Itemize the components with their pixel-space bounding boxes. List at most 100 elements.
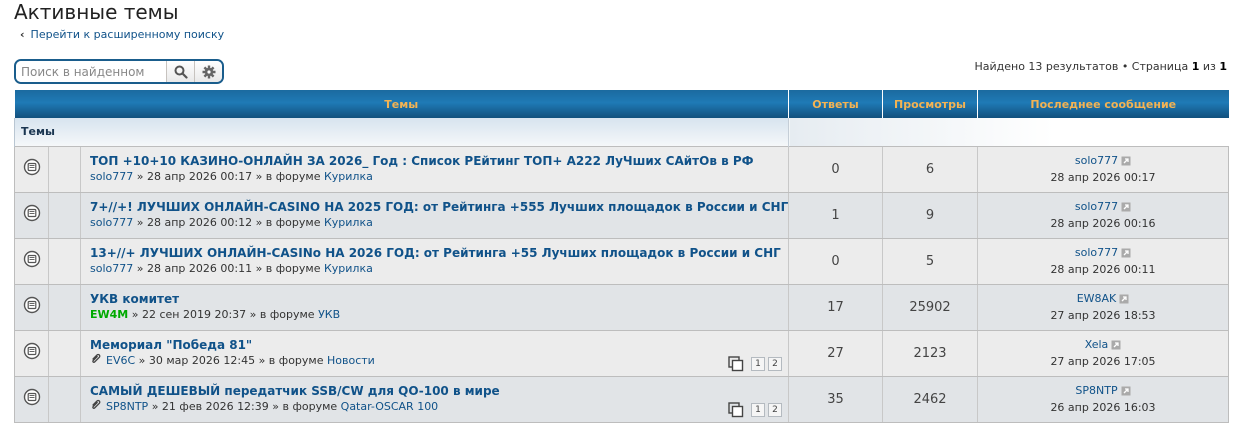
topic-forum-link[interactable]: Курилка xyxy=(324,216,373,229)
search-icon xyxy=(174,65,188,79)
replies-count: 0 xyxy=(788,237,883,285)
topic-date: » 30 мар 2026 12:45 » в форуме xyxy=(135,354,327,367)
goto-last-post-icon[interactable] xyxy=(1121,201,1131,216)
last-post-author-link[interactable]: solo777 xyxy=(1075,154,1118,167)
topic-author-link[interactable]: SP8NTP xyxy=(106,400,148,413)
table-row: 7+//+! ЛУЧШИХ ОНЛАЙН-CASINO НА 2025 ГОД:… xyxy=(14,191,1229,239)
page-link[interactable]: 2 xyxy=(768,402,782,417)
topic-read-icon xyxy=(23,388,40,406)
replies-count: 1 xyxy=(788,191,883,239)
last-post-author-link[interactable]: solo777 xyxy=(1075,246,1118,259)
last-post-date: 27 апр 2026 17:05 xyxy=(1050,355,1156,368)
search-within-results xyxy=(14,59,224,84)
topic-title-link[interactable]: Мемориал "Победа 81" xyxy=(90,338,788,353)
multi-page-icon xyxy=(728,355,744,371)
topic-icon-cell xyxy=(48,145,81,193)
multi-page-icon xyxy=(728,401,744,417)
last-post-cell: solo777 28 апр 2026 00:11 xyxy=(977,237,1229,285)
topic-forum-link[interactable]: Курилка xyxy=(324,170,373,183)
advanced-search-button[interactable] xyxy=(194,61,222,82)
goto-last-post-icon[interactable] xyxy=(1119,293,1129,308)
last-post-date: 28 апр 2026 00:16 xyxy=(1050,217,1156,230)
page-link[interactable]: 2 xyxy=(768,356,782,371)
last-post-date: 28 апр 2026 00:17 xyxy=(1050,171,1156,184)
header-last-post: Последнее сообщение xyxy=(977,90,1229,118)
views-count: 6 xyxy=(882,145,978,193)
topic-title-link[interactable]: САМЫЙ ДЕШЕВЫЙ передатчик SSB/CW для QO-1… xyxy=(90,384,788,399)
topic-date: » 28 апр 2026 00:17 » в форуме xyxy=(133,170,324,183)
topic-icon-cell xyxy=(48,375,81,423)
topic-date: » 21 фев 2026 12:39 » в форуме xyxy=(148,400,341,413)
last-post-author-link[interactable]: EW8AK xyxy=(1077,292,1117,305)
topic-read-icon xyxy=(23,342,40,360)
topic-forum-link[interactable]: Курилка xyxy=(324,262,373,275)
last-post-cell: SP8NTP 26 апр 2026 16:03 xyxy=(977,375,1229,423)
topic-status-cell xyxy=(14,145,49,193)
views-count: 9 xyxy=(882,191,978,239)
topic-author-link[interactable]: EW4M xyxy=(90,308,128,321)
goto-last-post-icon[interactable] xyxy=(1111,339,1121,354)
last-post-cell: solo777 28 апр 2026 00:16 xyxy=(977,191,1229,239)
topic-meta: EV6C » 30 мар 2026 12:45 » в форуме Ново… xyxy=(90,353,788,368)
topic-icon-cell xyxy=(48,191,81,239)
topic-icon-cell xyxy=(48,329,81,377)
goto-last-post-icon[interactable] xyxy=(1121,155,1131,170)
search-button[interactable] xyxy=(166,61,194,82)
topic-author-link[interactable]: EV6C xyxy=(106,354,135,367)
goto-last-post-icon[interactable] xyxy=(1121,385,1131,400)
topic-forum-link[interactable]: УКВ xyxy=(318,308,340,321)
topic-title-link[interactable]: ТОП +10+10 КАЗИНО-ОНЛАЙН ЗА 2026_ Год : … xyxy=(90,154,788,169)
topic-cell: САМЫЙ ДЕШЕВЫЙ передатчик SSB/CW для QO-1… xyxy=(80,375,789,423)
topic-cell: 7+//+! ЛУЧШИХ ОНЛАЙН-CASINO НА 2025 ГОД:… xyxy=(80,191,789,239)
views-count: 5 xyxy=(882,237,978,285)
last-post-author-link[interactable]: solo777 xyxy=(1075,200,1118,213)
chevron-left-icon: ‹ xyxy=(20,28,25,41)
goto-last-post-icon[interactable] xyxy=(1121,247,1131,262)
group-label: Темы xyxy=(14,118,789,146)
paperclip-icon xyxy=(92,353,101,363)
topic-author-link[interactable]: solo777 xyxy=(90,216,133,229)
topic-meta: solo777 » 28 апр 2026 00:11 » в форуме К… xyxy=(90,261,788,276)
replies-count: 27 xyxy=(788,329,883,377)
last-post-cell: solo777 28 апр 2026 00:17 xyxy=(977,145,1229,193)
page-link[interactable]: 1 xyxy=(751,356,765,371)
topic-forum-link[interactable]: Qatar-OSCAR 100 xyxy=(341,400,439,413)
topic-icon-cell xyxy=(48,283,81,331)
topic-title-link[interactable]: 13+//+ ЛУЧШИХ ОНЛАЙН-CASINo НА 2026 ГОД:… xyxy=(90,246,788,261)
topic-author-link[interactable]: solo777 xyxy=(90,170,133,183)
topic-author-link[interactable]: solo777 xyxy=(90,262,133,275)
table-row: Мемориал "Победа 81" EV6C » 30 мар 2026 … xyxy=(14,329,1229,377)
header-views: Просмотры xyxy=(882,90,978,118)
group-row: Темы xyxy=(14,118,1229,146)
results-count: Найдено 13 результатов • Страница xyxy=(974,60,1192,73)
topic-meta: solo777 » 28 апр 2026 00:12 » в форуме К… xyxy=(90,215,788,230)
topic-title-link[interactable]: 7+//+! ЛУЧШИХ ОНЛАЙН-CASINO НА 2025 ГОД:… xyxy=(90,200,788,215)
last-post-author-link[interactable]: SP8NTP xyxy=(1075,384,1117,397)
page-title: Активные темы xyxy=(14,0,179,24)
last-post-cell: Xela 27 апр 2026 17:05 xyxy=(977,329,1229,377)
table-header: Темы Ответы Просмотры Последнее сообщени… xyxy=(14,90,1229,118)
last-post-date: 27 апр 2026 18:53 xyxy=(1050,309,1156,322)
topic-status-cell xyxy=(14,329,49,377)
topic-date: » 22 сен 2019 20:37 » в форуме xyxy=(128,308,319,321)
page-link[interactable]: 1 xyxy=(751,402,765,417)
pagination-info: Найдено 13 результатов • Страница 1 из 1 xyxy=(974,60,1227,73)
search-input[interactable] xyxy=(16,61,166,82)
views-count: 25902 xyxy=(882,283,978,331)
advanced-search-link[interactable]: ‹ Перейти к расширенному поиску xyxy=(20,28,224,41)
topic-cell: ТОП +10+10 КАЗИНО-ОНЛАЙН ЗА 2026_ Год : … xyxy=(80,145,789,193)
last-post-date: 26 апр 2026 16:03 xyxy=(1050,401,1156,414)
topic-meta: SP8NTP » 21 фев 2026 12:39 » в форуме Qa… xyxy=(90,399,788,414)
topic-status-cell xyxy=(14,283,49,331)
topic-title-link[interactable]: УКВ комитет xyxy=(90,292,788,307)
last-post-author-link[interactable]: Xela xyxy=(1085,338,1109,351)
topic-pagination: 12 xyxy=(728,355,782,372)
views-count: 2123 xyxy=(882,329,978,377)
total-pages: 1 xyxy=(1219,60,1227,73)
page-of-label: из xyxy=(1199,60,1220,73)
topic-date: » 28 апр 2026 00:11 » в форуме xyxy=(133,262,324,275)
topic-status-cell xyxy=(14,191,49,239)
advanced-search-link-label: Перейти к расширенному поиску xyxy=(30,28,225,41)
topic-forum-link[interactable]: Новости xyxy=(327,354,375,367)
topic-meta: EW4M » 22 сен 2019 20:37 » в форуме УКВ xyxy=(90,307,788,322)
